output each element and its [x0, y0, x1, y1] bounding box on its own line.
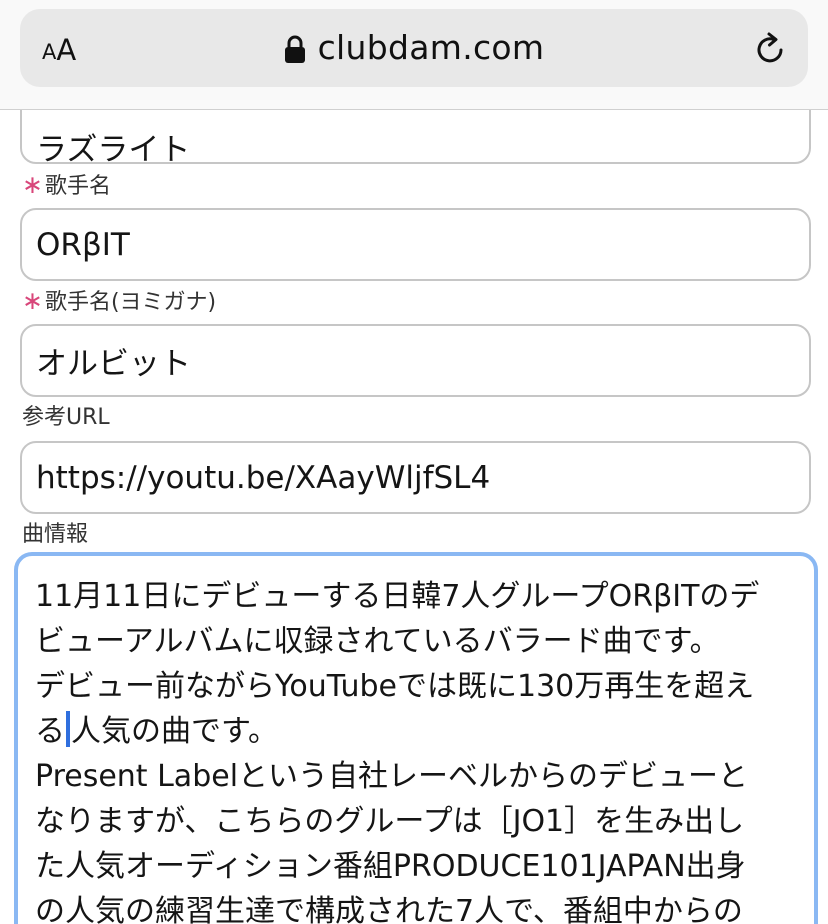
artist-reading-label: ∗歌手名(ヨミガナ) — [22, 287, 216, 317]
artist-value: ORβIT — [36, 226, 130, 263]
reference-url-label: 参考URL — [22, 405, 110, 430]
address-bar[interactable]: AA clubdam.com — [20, 9, 808, 87]
artist-label: ∗歌手名 — [22, 171, 111, 201]
song-info-line: 11月11日にデビューする日韓7人グループORβITのデ — [35, 579, 760, 614]
song-info-line: なりますが、こちらのグループは［JO1］を生み出し — [35, 804, 745, 839]
song-info-line: た人気オーディション番組PRODUCE101JAPAN出身 — [35, 849, 746, 884]
artist-reading-label-text: 歌手名(ヨミガナ) — [44, 290, 217, 315]
page: ラズライト ∗歌手名 ORβIT ∗歌手名(ヨミガナ) オルビット 参考URL … — [0, 0, 828, 924]
artist-reading-input[interactable]: オルビット — [20, 324, 811, 397]
text-caret — [66, 711, 70, 747]
required-mark: ∗ — [22, 170, 43, 199]
song-info-line: ビューアルバムに収録されているバラード曲です。 — [35, 624, 720, 659]
artist-input[interactable]: ORβIT — [20, 208, 811, 281]
artist-label-text: 歌手名 — [44, 174, 111, 199]
reload-icon[interactable] — [752, 31, 788, 67]
url-display[interactable]: clubdam.com — [20, 28, 808, 68]
song-info-textarea[interactable]: 11月11日にデビューする日韓7人グループORβITのデ ビューアルバムに収録さ… — [14, 552, 818, 924]
song-info-line: の人気の練習生達で構成された7人で、番組中からの — [35, 894, 743, 924]
browser-toolbar: AA clubdam.com — [0, 0, 828, 110]
required-mark: ∗ — [22, 286, 43, 315]
song-info-line: Present Labelという自社レーベルからのデビューと — [35, 759, 749, 794]
song-info-line: デビュー前ながらYouTubeでは既に130万再生を超え — [35, 669, 755, 704]
song-info-line-with-caret: る人気の曲です。 — [35, 709, 798, 754]
artist-reading-value: オルビット — [36, 346, 191, 382]
reference-url-value: https://youtu.be/XAayWljfSL4 — [36, 459, 491, 496]
song-title-value: ラズライト — [36, 131, 191, 164]
song-info-fragment: 人気の曲です。 — [71, 714, 278, 749]
song-info-fragment: る — [35, 714, 65, 749]
lock-icon — [284, 35, 305, 63]
domain-text: clubdam.com — [317, 28, 545, 67]
song-info-label: 曲情報 — [22, 522, 89, 547]
reference-url-input[interactable]: https://youtu.be/XAayWljfSL4 — [20, 441, 811, 514]
